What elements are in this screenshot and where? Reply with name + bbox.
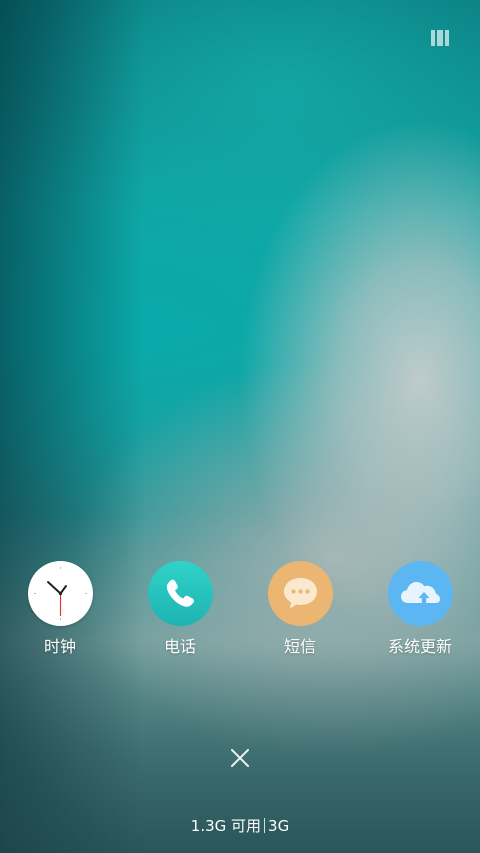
- app-sms[interactable]: 短信: [250, 561, 350, 657]
- memory-total: 3G: [268, 817, 290, 835]
- clock-icon[interactable]: [27, 561, 93, 626]
- app-label: 电话: [163, 637, 196, 656]
- message-bubble-icon[interactable]: [267, 561, 333, 626]
- memory-separator: [264, 818, 266, 833]
- phone-icon[interactable]: [147, 561, 213, 626]
- app-system-update[interactable]: 系统更新: [370, 561, 470, 657]
- recent-apps-screen: 时钟 电话 短信 系统更新 1.3G 可用 3G: [0, 0, 480, 853]
- app-label: 短信: [283, 637, 316, 656]
- app-phone[interactable]: 电话: [130, 561, 230, 657]
- memory-available: 1.3G 可用: [190, 817, 262, 835]
- app-clock[interactable]: 时钟: [10, 561, 110, 657]
- cloud-upload-icon[interactable]: [387, 561, 453, 626]
- recent-apps-menu-icon[interactable]: [431, 30, 451, 46]
- clear-all-close-button[interactable]: [225, 743, 255, 773]
- close-icon: [231, 749, 249, 767]
- app-label: 时钟: [43, 637, 76, 656]
- memory-status: 1.3G 可用 3G: [0, 815, 480, 836]
- app-label: 系统更新: [387, 637, 452, 656]
